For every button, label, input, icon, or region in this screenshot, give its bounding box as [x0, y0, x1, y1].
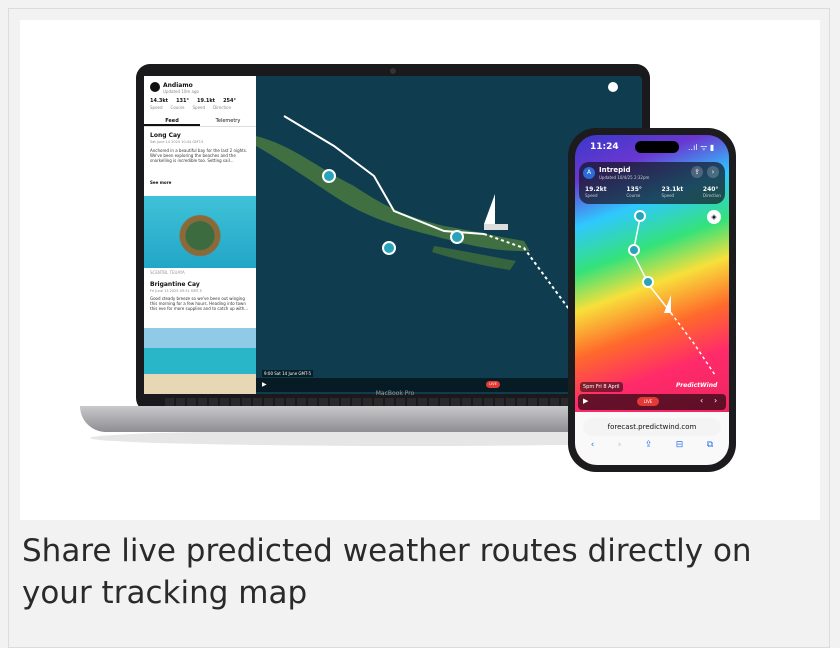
avatar: A [583, 167, 595, 179]
vessel-updated: Updated 10/4/25 2:32pm [599, 175, 650, 180]
post-body: Good steady breeze so we've been out win… [150, 296, 249, 311]
stat-direction: 240° Direction [703, 186, 721, 198]
status-time: 11:24 [590, 142, 619, 152]
map-photo-marker[interactable] [322, 169, 336, 183]
predictwind-logo: PredictWind [676, 382, 718, 389]
map-photo-marker[interactable] [628, 244, 640, 256]
map-photo-marker[interactable] [450, 230, 464, 244]
chevron-right-icon[interactable]: › [714, 396, 717, 405]
map-photo-marker[interactable] [382, 241, 396, 255]
forecast-time: 5pm Fri 8 April [580, 382, 623, 392]
tab-telemetry[interactable]: Telemetry [200, 116, 256, 126]
stat-label: Speed [192, 105, 206, 110]
stats-row: 14.3kt 131° 19.1kt 254° [150, 98, 250, 104]
turtle-photo[interactable] [144, 196, 256, 268]
stat-wind-speed: 19.1kt [197, 98, 216, 104]
post-divider-label: SCENTBL TEUAYA [150, 270, 185, 275]
stat-value: 19.2kt [585, 186, 607, 193]
feature-caption: Share live predicted weather routes dire… [22, 533, 752, 611]
avatar [150, 82, 160, 92]
stat-label: Speed [661, 193, 675, 198]
laptop-brand: MacBook Pro [375, 390, 415, 397]
post-date: Fri June 13 2025 09:31 GMT-5 [150, 289, 202, 293]
stat-speed: 14.3kt [150, 98, 169, 104]
share-icon[interactable]: ⇪ [691, 166, 703, 178]
stat-label: Course [626, 193, 641, 198]
layers-icon[interactable] [608, 82, 618, 92]
live-badge[interactable]: LIVE [486, 381, 500, 388]
forward-icon[interactable]: › [618, 436, 622, 454]
vessel-card[interactable]: A Intrepid Updated 10/4/25 2:32pm ⇪ › 19… [579, 162, 725, 204]
stats-labels: Speed Course Speed Direction [150, 105, 250, 110]
panel-tabs: Feed Telemetry [144, 116, 256, 127]
status-icons: ..ıl ᯤ ▮ [688, 143, 715, 152]
layers-icon[interactable]: ◈ [707, 210, 721, 224]
chevron-right-icon[interactable]: › [707, 166, 719, 178]
post-title: Long Cay [150, 132, 181, 139]
vessel-name: Andiamo [163, 82, 193, 89]
stat-course: 131° [176, 98, 189, 104]
post-body: Anchored in a beautiful bay for the last… [150, 148, 248, 163]
address-bar[interactable]: forecast.predictwind.com [583, 418, 721, 436]
see-more-link[interactable]: See more [150, 180, 250, 185]
chevron-left-icon[interactable]: ‹ [700, 396, 703, 405]
stat-speed: 19.2kt Speed [585, 186, 607, 198]
stat-label: Direction [213, 105, 232, 110]
post-date: Sat June 14 2025 10:44 GMT-5 [150, 140, 204, 144]
stats-row: 19.2kt Speed 135° Course 23.1kt Speed 240° D… [585, 186, 721, 198]
stat-value: 23.1kt [661, 186, 684, 193]
stat-course: 135° Course [626, 186, 642, 198]
boat-icon[interactable] [663, 295, 679, 319]
dynamic-island [635, 141, 679, 153]
panel-header: Andiamo Updated 10m ago [150, 82, 250, 96]
boat-icon[interactable] [480, 194, 510, 234]
vessel-name: Intrepid [599, 166, 631, 174]
bookmarks-icon[interactable]: ⊟ [676, 436, 684, 454]
vessel-panel: Andiamo Updated 10m ago 14.3kt 131° 19.1… [144, 76, 256, 394]
live-badge[interactable]: LIVE [637, 397, 659, 406]
tabs-icon[interactable]: ⧉ [707, 436, 713, 454]
browser-toolbar: ‹ › ⇪ ⊟ ⧉ [579, 436, 725, 454]
map-photo-marker[interactable] [642, 276, 654, 288]
vessel-updated: Updated 10m ago [163, 89, 199, 94]
tab-feed[interactable]: Feed [144, 116, 200, 126]
stat-direction: 254° [223, 98, 236, 104]
back-icon[interactable]: ‹ [591, 436, 595, 454]
map-photo-marker[interactable] [634, 210, 646, 222]
play-icon[interactable]: ▶ [262, 381, 267, 388]
post-title: Brigantine Cay [150, 281, 200, 288]
stat-label: Speed [150, 105, 163, 110]
stat-label: Course [170, 105, 185, 110]
stat-label: Speed [585, 193, 598, 198]
stat-wind-speed: 23.1kt Speed [662, 186, 684, 198]
play-icon[interactable]: ▶ [583, 397, 588, 405]
laptop-camera [390, 68, 396, 74]
wing-foil-photo[interactable] [144, 328, 256, 394]
timeline-time: 9:00 Sat 14 June GMT-5 [262, 370, 314, 377]
stat-value: 135° [626, 186, 642, 193]
stat-value: 240° [702, 186, 719, 193]
stat-label: Direction [702, 193, 721, 198]
share-icon[interactable]: ⇪ [645, 436, 653, 454]
